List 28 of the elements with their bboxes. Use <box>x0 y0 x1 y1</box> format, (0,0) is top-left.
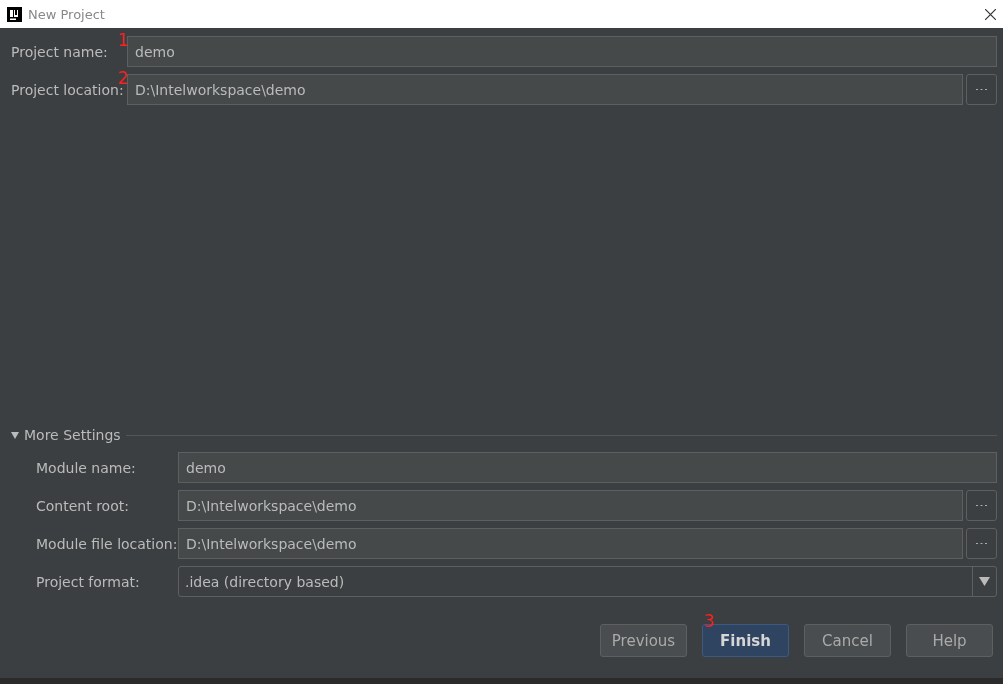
triangle-icon <box>11 431 19 439</box>
annotation-number: 1 <box>118 32 129 49</box>
field-label: Content root: <box>36 497 130 514</box>
input-field[interactable]: demo <box>178 452 997 483</box>
browse-button[interactable] <box>966 528 997 559</box>
ellipsis-icon <box>976 542 987 545</box>
field-label: Module file location: <box>36 535 178 552</box>
window-title: New Project <box>28 6 106 22</box>
field-label: Project format: <box>36 573 141 590</box>
app-logo-icon <box>7 6 22 22</box>
dialog-button[interactable]: Previous <box>600 624 687 657</box>
ellipsis-icon <box>976 88 987 91</box>
dialog-button[interactable]: Cancel <box>804 624 891 657</box>
browse-button[interactable] <box>966 74 997 105</box>
field-label: Module name: <box>36 459 137 476</box>
annotation-number: 2 <box>118 70 129 87</box>
ellipsis-icon <box>976 504 987 507</box>
more-settings-toggle[interactable]: More Settings <box>11 427 121 443</box>
format-dropdown[interactable]: .idea (directory based) <box>178 566 997 597</box>
input-field[interactable]: D:\Intelworkspace\demo <box>127 74 963 105</box>
dialog-button[interactable]: Help <box>906 624 993 657</box>
input-field[interactable]: demo <box>127 36 997 67</box>
field-label: Project name: <box>11 43 109 60</box>
close-icon[interactable] <box>985 8 996 20</box>
dropdown-arrow-icon <box>979 577 990 586</box>
input-field[interactable]: D:\Intelworkspace\demo <box>178 490 963 521</box>
input-field[interactable]: D:\Intelworkspace\demo <box>178 528 963 559</box>
browse-button[interactable] <box>966 490 997 521</box>
